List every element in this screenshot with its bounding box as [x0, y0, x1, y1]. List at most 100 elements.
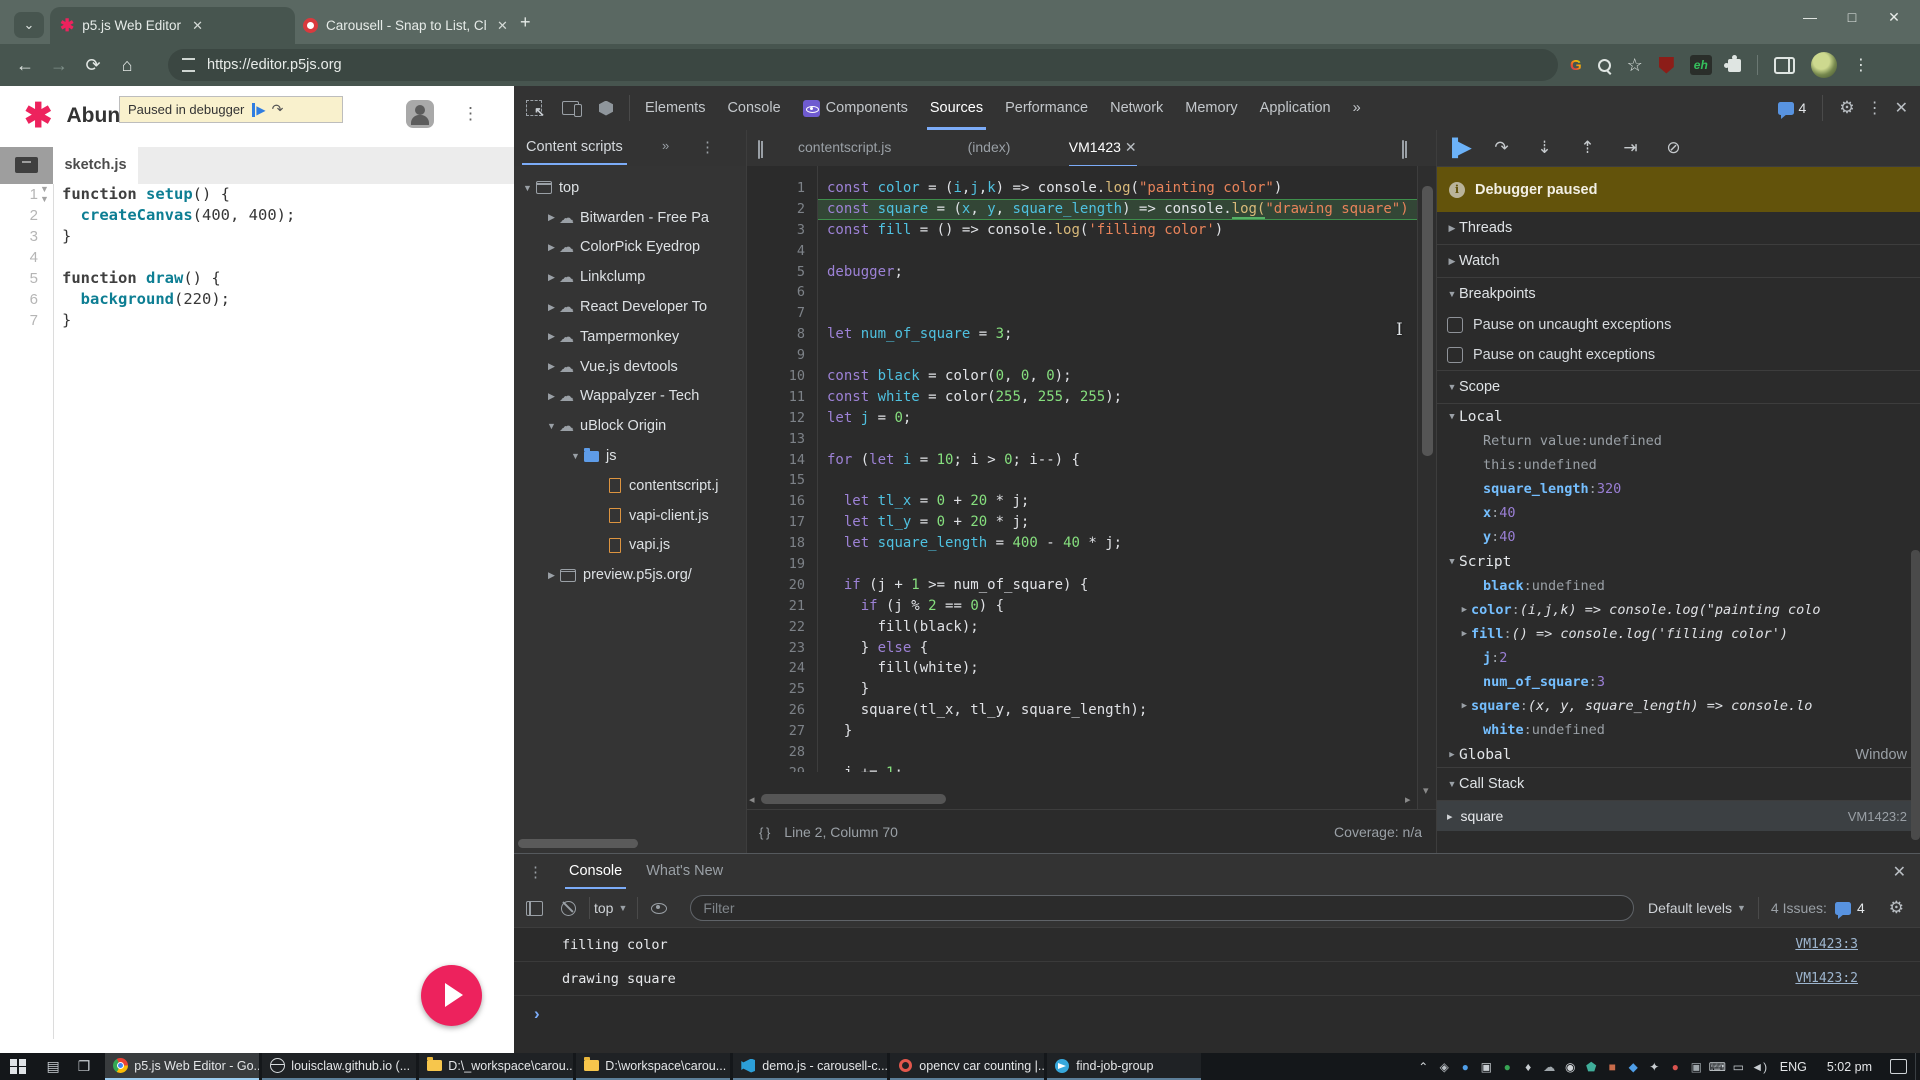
google-lens-icon[interactable]: G [1570, 57, 1582, 74]
devtools-settings-icon[interactable]: ⚙ [1839, 98, 1854, 118]
devtools-menu-icon[interactable]: ⋮ [1867, 98, 1883, 118]
chevron-right-icon[interactable]: ▶ [546, 570, 557, 581]
line-number[interactable]: 7 [0, 310, 38, 331]
drawer-tab-whatsnew[interactable]: What's New [634, 854, 735, 889]
taskbar-button[interactable]: louisclaw.github.io (... [262, 1053, 416, 1080]
tab-close-icon[interactable]: ✕ [1121, 139, 1137, 155]
tray-icon[interactable]: ● [1665, 1060, 1686, 1074]
tray-icon[interactable]: ◆ [1623, 1060, 1644, 1074]
console-log-row[interactable]: filling colorVM1423:3 [514, 928, 1920, 962]
line-number[interactable]: 6 [0, 289, 38, 310]
line-number[interactable]: 4 [0, 247, 38, 268]
tab-close-icon[interactable]: ✕ [189, 18, 206, 34]
chevron-right-icon[interactable]: ▶ [546, 361, 557, 372]
taskbar-button[interactable]: find-job-group [1047, 1053, 1201, 1080]
devtools-tab-components[interactable]: Components [792, 87, 919, 130]
line-number[interactable]: 11 [747, 387, 805, 408]
line-number[interactable]: 5 [747, 262, 805, 283]
p5-line-numbers[interactable]: 1234567 [0, 184, 38, 331]
line-number[interactable]: 26 [747, 700, 805, 721]
taskbar-button[interactable]: p5.js Web Editor - Go... [105, 1053, 259, 1080]
tray-icon[interactable]: ● [1497, 1060, 1518, 1074]
line-number[interactable]: 10 [747, 366, 805, 387]
breakpoint-option[interactable]: Pause on uncaught exceptions [1437, 310, 1920, 340]
play-button[interactable] [421, 965, 482, 1026]
file-tab-contentscriptjs[interactable]: contentscript.js [798, 130, 891, 165]
checkbox[interactable] [1447, 317, 1463, 333]
chevron-down-icon[interactable]: ▼ [546, 421, 557, 431]
devtools-tab-application[interactable]: Application [1249, 87, 1342, 130]
new-tab-button[interactable]: + [520, 12, 531, 33]
scope-variable[interactable]: j: 2 [1437, 646, 1920, 670]
taskbar-button[interactable]: demo.js - carousell-c... [733, 1053, 887, 1080]
language-indicator[interactable]: ENG [1780, 1060, 1807, 1074]
scope-variable[interactable]: black: undefined [1437, 574, 1920, 598]
line-number[interactable]: 16 [747, 491, 805, 512]
section-scope[interactable]: ▼ Scope [1437, 370, 1920, 404]
line-number[interactable]: 8 [747, 324, 805, 345]
taskbar-button[interactable]: opencv car counting |... [890, 1053, 1044, 1080]
toggle-debugger-sidebar-icon[interactable] [1402, 140, 1404, 159]
scope-variable[interactable]: num_of_square: 3 [1437, 670, 1920, 694]
pretty-print-icon[interactable]: { } [759, 825, 770, 840]
chevron-right-icon[interactable]: ▶ [546, 391, 557, 402]
step-over-icon[interactable]: ↷ [272, 101, 284, 118]
account-icon[interactable] [406, 100, 434, 128]
hide-navigator-icon[interactable] [758, 140, 760, 159]
line-number[interactable]: 25 [747, 679, 805, 700]
line-number[interactable]: 14 [747, 450, 805, 471]
issues-counter[interactable]: 4 [1778, 100, 1807, 116]
tree-item-linkclump[interactable]: ▶☁Linkclump [514, 262, 746, 292]
line-number[interactable]: 27 [747, 721, 805, 742]
line-number[interactable]: 5 [0, 268, 38, 289]
editor-line-numbers[interactable]: 1234567891011121314151617181920212223242… [747, 178, 805, 772]
section-watch[interactable]: ▶ Watch [1437, 245, 1920, 278]
browser-menu-icon[interactable]: ⋮ [1853, 55, 1869, 75]
p5-logo[interactable]: ✱ [24, 96, 53, 136]
chevron-right-icon[interactable]: ▶ [1437, 701, 1471, 711]
navigator-tab-content-scripts[interactable]: Content scripts [526, 130, 623, 165]
p5-code[interactable]: function setup() { createCanvas(400, 400… [62, 184, 295, 331]
back-button[interactable]: ← [8, 55, 42, 76]
line-number[interactable]: 19 [747, 554, 805, 575]
console-settings-icon[interactable]: ⚙ [1889, 898, 1904, 918]
line-number[interactable]: 2 [0, 205, 38, 226]
side-panel-icon[interactable] [1774, 57, 1795, 74]
extensions-icon[interactable] [1728, 59, 1741, 72]
step-over-icon[interactable]: ↷ [1480, 138, 1523, 158]
tray-icon[interactable]: ☁ [1539, 1060, 1560, 1074]
window-minimize-button[interactable]: — [1790, 2, 1830, 32]
scope-variable[interactable]: Return value: undefined [1437, 429, 1920, 453]
device-toolbar-icon[interactable] [562, 101, 579, 115]
devtools-tab-network[interactable]: Network [1099, 87, 1174, 130]
tray-icon[interactable]: ◉ [1560, 1060, 1581, 1074]
step-into-icon[interactable]: ⇣ [1523, 138, 1566, 158]
tree-item-vapijs[interactable]: vapi.js [514, 531, 746, 561]
vue-devtools-icon[interactable] [599, 101, 613, 116]
address-bar[interactable]: https://editor.p5js.org [168, 49, 1558, 81]
tray-icon[interactable]: ⌃ [1413, 1060, 1434, 1074]
resume-script-icon[interactable]: ▶ [252, 103, 265, 117]
line-number[interactable]: 4 [747, 241, 805, 262]
devtools-tab-performance[interactable]: Performance [994, 87, 1099, 130]
scope-variable[interactable]: ▶square: (x, y, square_length) => consol… [1437, 694, 1920, 718]
scope-global-row[interactable]: ▶ Global Window [1437, 742, 1920, 767]
navigator-hscrollbar[interactable] [518, 839, 638, 848]
scope-variable[interactable]: x: 40 [1437, 501, 1920, 525]
tree-item-previewp5jsorg[interactable]: ▶preview.p5js.org/ [514, 560, 746, 590]
more-tabs-icon[interactable]: » [1342, 87, 1372, 130]
chevron-right-icon[interactable]: ▶ [546, 302, 557, 313]
console-sidebar-icon[interactable] [526, 901, 543, 916]
tray-icon[interactable]: ▣ [1476, 1060, 1497, 1074]
tray-icon[interactable]: ◈ [1434, 1060, 1455, 1074]
line-number[interactable]: 21 [747, 596, 805, 617]
line-number[interactable]: 24 [747, 658, 805, 679]
line-number[interactable]: 6 [747, 282, 805, 303]
file-tab-index[interactable]: (index) [968, 130, 1011, 165]
devtools-tab-memory[interactable]: Memory [1174, 87, 1248, 130]
forward-button[interactable]: → [42, 55, 76, 76]
clock[interactable]: 5:02 pm [1827, 1060, 1872, 1074]
line-number[interactable]: 13 [747, 429, 805, 450]
p5-menu-icon[interactable]: ⋮ [462, 104, 479, 124]
tray-icon[interactable]: ⌨ [1707, 1060, 1728, 1074]
